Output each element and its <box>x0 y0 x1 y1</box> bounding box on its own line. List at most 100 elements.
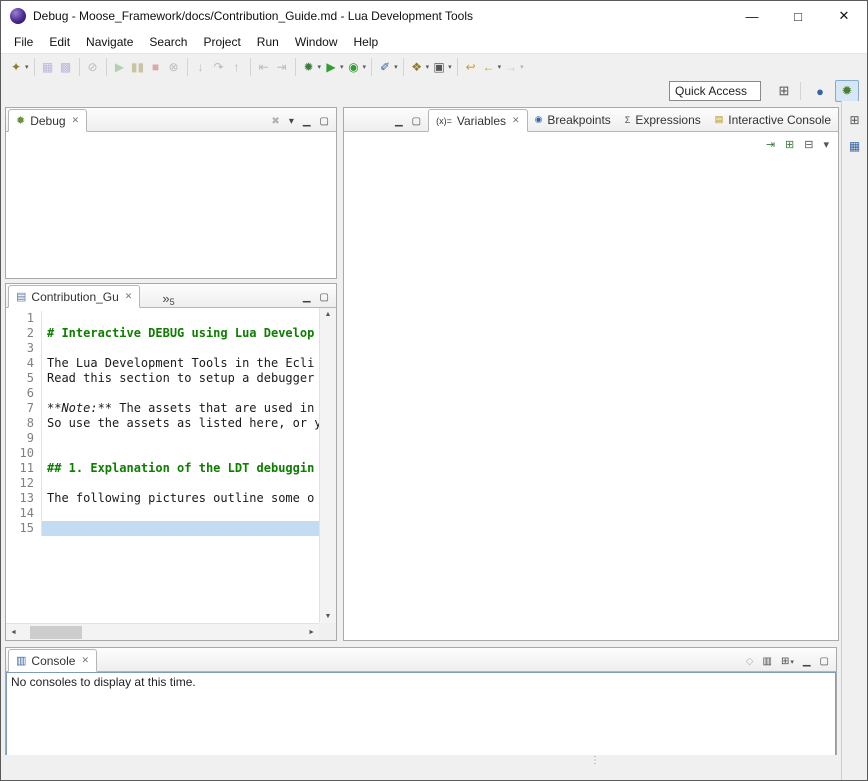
menu-help[interactable]: Help <box>346 32 387 52</box>
skip-all-breakpoints-button[interactable]: ⊘ <box>84 56 102 78</box>
pin-console-button[interactable]: ◇ <box>746 656 754 667</box>
minimize-button[interactable]: ▁ <box>803 656 811 667</box>
open-console-button[interactable]: ⊞ ▾ <box>781 656 794 667</box>
horizontal-scrollbar[interactable]: ◄ ► <box>6 623 319 640</box>
back-button[interactable]: ← ▾ <box>480 56 503 78</box>
dropdown-arrow-icon[interactable]: ▾ <box>448 63 452 71</box>
scroll-down-icon[interactable]: ▼ <box>325 613 332 620</box>
dropdown-arrow-icon[interactable]: ▾ <box>520 63 524 71</box>
minimize-button[interactable]: ▁ <box>303 116 311 127</box>
code-line[interactable] <box>42 506 319 521</box>
code-line[interactable]: The following pictures outline some o <box>42 491 319 506</box>
tab-console[interactable]: ▥ Console ✕ <box>8 649 97 672</box>
editor-line[interactable]: 6 <box>6 386 319 401</box>
editor-line[interactable]: 5Read this section to setup a debugger <box>6 371 319 386</box>
resume-button[interactable]: ▶ <box>111 56 129 78</box>
debug-view-content[interactable] <box>6 132 336 278</box>
forward-button[interactable]: → ▾ <box>502 56 525 78</box>
editor-line[interactable]: 12 <box>6 476 319 491</box>
save-button[interactable]: ▦ <box>39 56 57 78</box>
step-into-button[interactable]: ↓ <box>192 56 210 78</box>
editor-line[interactable]: 11## 1. Explanation of the LDT debuggin <box>6 461 319 476</box>
editor-line[interactable]: 1 <box>6 311 319 326</box>
sash-grip[interactable]: ⋮ <box>590 756 600 766</box>
menu-project[interactable]: Project <box>195 32 248 52</box>
editor-line[interactable]: 2# Interactive DEBUG using Lua Develop <box>6 326 319 341</box>
terminate-button[interactable]: ■ <box>147 56 165 78</box>
current-line-highlight[interactable] <box>42 521 319 536</box>
code-line[interactable]: The Lua Development Tools in the Ecli <box>42 356 319 371</box>
show-type-names-button[interactable]: ⇥ <box>766 138 775 151</box>
menu-search[interactable]: Search <box>141 32 195 52</box>
close-icon[interactable]: ✕ <box>125 291 133 302</box>
close-window-button[interactable]: ✕ <box>821 1 867 31</box>
run-button[interactable]: ▶ ▾ <box>322 56 345 78</box>
quick-access-input[interactable]: Quick Access <box>669 81 761 101</box>
minimize-button[interactable]: ▁ <box>303 292 311 303</box>
code-line[interactable] <box>42 446 319 461</box>
code-line[interactable]: **Note:** The assets that are used in <box>42 401 319 416</box>
dropdown-arrow-icon[interactable]: ▾ <box>25 63 29 71</box>
tab-overflow-chevron[interactable]: » 5 <box>162 291 174 307</box>
coverage-button[interactable]: ◉ ▾ <box>345 56 368 78</box>
editor-line[interactable]: 13The following pictures outline some o <box>6 491 319 506</box>
editor-line[interactable]: 8So use the assets as listed here, or y <box>6 416 319 431</box>
code-line[interactable] <box>42 386 319 401</box>
scroll-left-icon[interactable]: ◄ <box>10 629 17 636</box>
new-button[interactable]: ✦ ▾ <box>7 56 30 78</box>
scroll-right-icon[interactable]: ► <box>308 629 315 636</box>
maximize-button[interactable]: ▢ <box>820 656 829 667</box>
code-line[interactable]: Read this section to setup a debugger <box>42 371 319 386</box>
lua-perspective-button[interactable]: ● <box>808 80 832 102</box>
dropdown-arrow-icon[interactable]: ▾ <box>498 63 502 71</box>
code-line[interactable]: # Interactive DEBUG using Lua Develop <box>42 326 319 341</box>
menu-run[interactable]: Run <box>249 32 287 52</box>
console-output[interactable]: No consoles to display at this time. <box>6 672 836 756</box>
editor-line[interactable]: 3 <box>6 341 319 356</box>
maximize-button[interactable]: ▢ <box>320 116 329 127</box>
new-wizard-button[interactable]: ❖ ▾ <box>408 56 431 78</box>
view-menu-button[interactable]: ▾ <box>823 138 829 151</box>
minimized-views-button[interactable]: ▦ <box>849 139 860 153</box>
tab-variables[interactable]: (x)= Variables ✕ <box>428 109 527 132</box>
last-edit-location-button[interactable]: ↩ <box>462 56 480 78</box>
close-icon[interactable]: ✕ <box>72 115 80 126</box>
save-all-button[interactable]: ▩ <box>57 56 75 78</box>
editor-line[interactable]: 9 <box>6 431 319 446</box>
editor-text-area[interactable]: 12# Interactive DEBUG using Lua Develop3… <box>6 311 319 623</box>
close-icon[interactable]: ✕ <box>512 115 520 126</box>
debug-perspective-button[interactable]: ✹ <box>835 80 859 102</box>
scrollbar-thumb[interactable] <box>30 626 82 639</box>
editor-line[interactable]: 14 <box>6 506 319 521</box>
menu-window[interactable]: Window <box>287 32 346 52</box>
drop-to-frame-button[interactable]: ⇤ <box>255 56 273 78</box>
tab-breakpoints[interactable]: ◉ Breakpoints <box>528 108 618 131</box>
code-line[interactable] <box>42 431 319 446</box>
code-line[interactable] <box>42 341 319 356</box>
code-line[interactable] <box>42 476 319 491</box>
tab-interactive-console[interactable]: ▤ Interactive Console <box>708 108 838 131</box>
code-line[interactable] <box>42 311 319 326</box>
tab-debug[interactable]: ✹ Debug ✕ <box>8 109 87 132</box>
maximize-button[interactable]: ▢ <box>412 116 421 127</box>
menu-edit[interactable]: Edit <box>41 32 78 52</box>
step-over-button[interactable]: ↷ <box>210 56 228 78</box>
restore-views-button[interactable]: ⊞ <box>849 113 859 127</box>
disconnect-button[interactable]: ⊗ <box>165 56 183 78</box>
vertical-scrollbar[interactable]: ▲ ▼ <box>319 308 336 623</box>
dropdown-arrow-icon[interactable]: ▾ <box>318 63 322 71</box>
view-menu-button[interactable]: ▾ <box>289 116 294 127</box>
editor-line[interactable]: 10 <box>6 446 319 461</box>
scroll-up-icon[interactable]: ▲ <box>325 311 332 318</box>
open-element-button[interactable]: ▣ ▾ <box>430 56 453 78</box>
tab-contribution-guide[interactable]: ▤ Contribution_Gu ✕ <box>8 285 140 308</box>
maximize-button[interactable]: ▢ <box>320 292 329 303</box>
code-line[interactable]: ## 1. Explanation of the LDT debuggin <box>42 461 319 476</box>
editor-line[interactable]: 4The Lua Development Tools in the Ecli <box>6 356 319 371</box>
dropdown-arrow-icon[interactable]: ▾ <box>363 63 367 71</box>
maximize-window-button[interactable]: □ <box>775 1 821 31</box>
close-icon[interactable]: ✕ <box>81 655 89 666</box>
minimize-window-button[interactable]: — <box>729 1 775 31</box>
tab-expressions[interactable]: Σ Expressions <box>618 108 708 131</box>
menu-file[interactable]: File <box>6 32 41 52</box>
